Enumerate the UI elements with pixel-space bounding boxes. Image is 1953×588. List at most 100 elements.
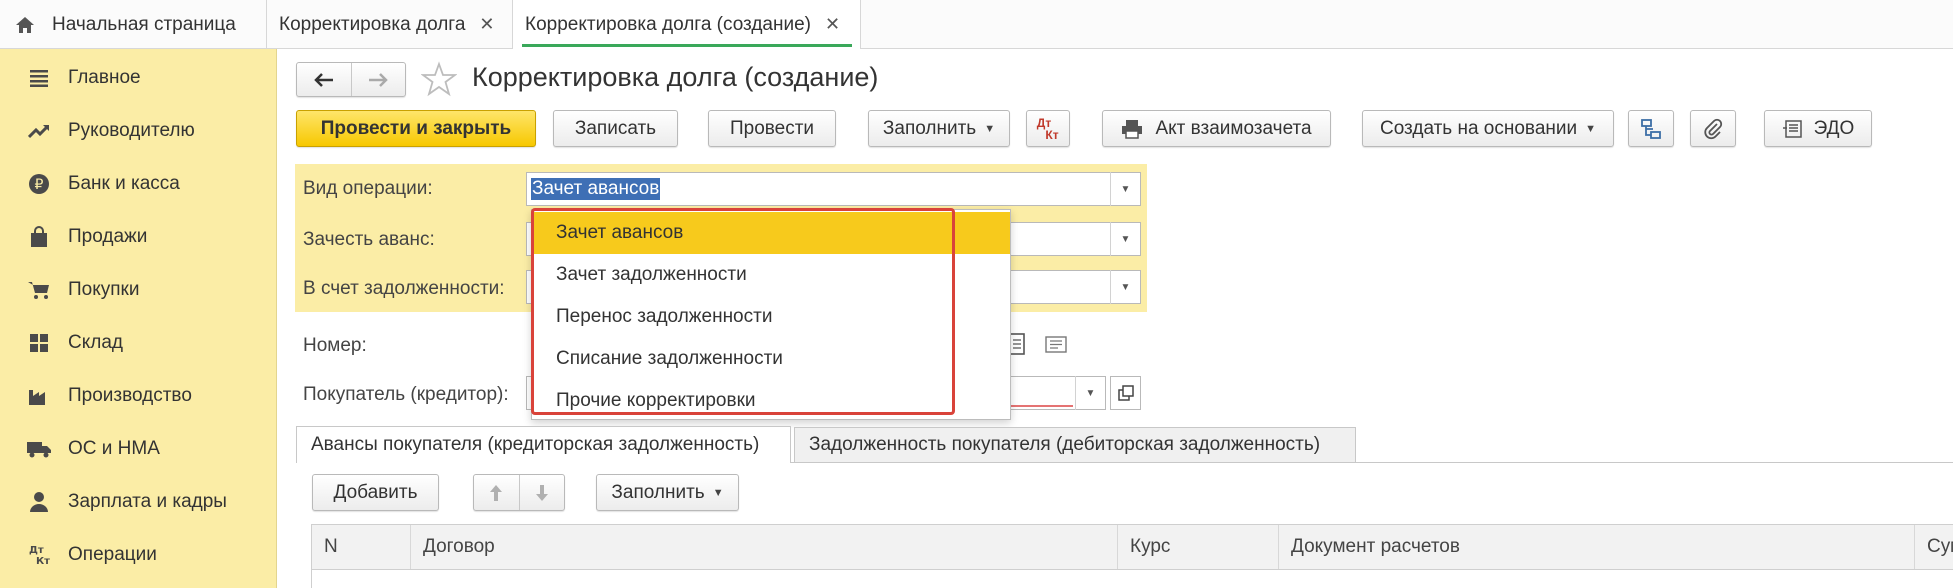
operation-type-value[interactable]: Зачет авансов <box>531 178 661 200</box>
sidebar-item-label: Продажи <box>68 225 148 247</box>
edo-label: ЭДО <box>1813 117 1855 139</box>
sidebar-item-label: Банк и касса <box>68 172 180 194</box>
nav-buttons <box>296 62 406 97</box>
tab-label: Начальная страница <box>52 13 236 35</box>
menu-lines-icon <box>24 69 54 87</box>
forward-arrow-icon[interactable] <box>352 63 406 96</box>
operation-type-label: Вид операции: <box>303 178 433 199</box>
tab-debt-adjustment-create[interactable]: Корректировка долга (создание) ✕ <box>513 0 861 49</box>
sidebar-item-label: Руководителю <box>68 119 195 141</box>
column-header-contract[interactable]: Договор <box>411 525 1118 569</box>
table-header: N Договор Курс Документ расчетов Сум <box>312 524 1953 570</box>
bag-icon <box>24 225 54 248</box>
create-based-label: Создать на основании <box>1379 117 1578 139</box>
sidebar-item-fixed-assets[interactable]: ОС и НМА <box>0 422 277 475</box>
column-header-settlement-document[interactable]: Документ расчетов <box>1279 525 1915 569</box>
arrow-down-icon[interactable] <box>520 475 565 510</box>
home-icon <box>14 15 36 35</box>
star-icon[interactable] <box>420 61 458 97</box>
open-buyer-button[interactable] <box>1110 376 1141 410</box>
sidebar-item-label: Покупки <box>68 278 140 300</box>
active-tab-underline <box>522 44 852 47</box>
required-underline <box>1007 405 1073 407</box>
offset-act-label: Акт взаимозачета <box>1155 117 1312 139</box>
arrow-up-icon[interactable] <box>474 475 520 510</box>
number-label: Номер: <box>303 335 367 356</box>
tab-buyer-advances[interactable]: Авансы покупателя (кредиторская задолжен… <box>296 426 791 463</box>
buyer-label: Покупатель (кредитор): <box>303 384 509 405</box>
create-based-on-button[interactable]: Создать на основании ▼ <box>1362 110 1614 147</box>
sidebar-item-label: ОС и НМА <box>68 437 160 459</box>
chevron-down-icon[interactable]: ▼ <box>1110 172 1140 206</box>
dt-kt-button[interactable]: Дт Кт <box>1026 110 1070 147</box>
fill-dropdown-button[interactable]: Заполнить ▼ <box>868 110 1010 147</box>
tab-debt-adjustment[interactable]: Корректировка долга ✕ <box>267 0 513 49</box>
caret-down-icon: ▼ <box>984 122 996 135</box>
sidebar-item-main[interactable]: Главное <box>0 51 277 104</box>
sidebar-item-label: Производство <box>68 384 192 406</box>
move-buttons <box>473 474 565 511</box>
page-title: Корректировка долга (создание) <box>472 62 879 92</box>
edo-icon <box>1782 119 1804 139</box>
structure-icon <box>1640 118 1662 140</box>
paperclip-icon <box>1703 118 1723 140</box>
sidebar-item-bank[interactable]: ₽ Банк и касса <box>0 157 277 210</box>
tab-home[interactable]: Начальная страница <box>0 0 267 49</box>
caret-down-icon: ▼ <box>712 486 724 499</box>
sidebar-item-label: Склад <box>68 331 123 353</box>
back-arrow-icon[interactable] <box>297 63 352 96</box>
chevron-down-icon[interactable]: ▼ <box>1110 270 1140 304</box>
sidebar-item-purchases[interactable]: Покупки <box>0 263 277 316</box>
dt-kt-icon: Дт Кт <box>24 543 54 567</box>
column-header-sum[interactable]: Сум <box>1915 525 1953 569</box>
dt-kt-icon: Дт Кт <box>1036 115 1059 142</box>
sidebar-item-warehouse[interactable]: Склад <box>0 316 277 369</box>
post-and-close-button[interactable]: Провести и закрыть <box>296 110 536 147</box>
cart-icon <box>24 280 54 300</box>
sidebar-item-production[interactable]: Производство <box>0 369 277 422</box>
structure-button[interactable] <box>1628 110 1674 147</box>
edo-button[interactable]: ЭДО <box>1764 110 1872 147</box>
sidebar-item-sales[interactable]: Продажи <box>0 210 277 263</box>
caret-down-icon: ▼ <box>1585 122 1596 135</box>
red-highlight-frame <box>531 208 955 415</box>
table-fill-label: Заполнить <box>611 481 705 503</box>
printer-icon <box>1121 119 1143 139</box>
close-icon[interactable]: ✕ <box>825 14 840 35</box>
debt-account-label: В счет задолженности: <box>303 278 505 299</box>
svg-text:Кт: Кт <box>36 556 50 567</box>
table: N Договор Курс Документ расчетов Сум <box>311 524 1953 588</box>
sidebar-item-label: Операции <box>68 543 157 565</box>
add-row-button[interactable]: Добавить <box>312 474 439 511</box>
operation-type-field[interactable]: Зачет авансов ▼ <box>526 172 1141 206</box>
save-button[interactable]: Записать <box>553 110 678 147</box>
column-header-n[interactable]: N <box>312 525 411 569</box>
tab-buyer-debt[interactable]: Задолженность покупателя (дебиторская за… <box>794 427 1356 462</box>
factory-icon <box>24 386 54 406</box>
grid-icon <box>24 333 54 353</box>
sidebar-item-salary[interactable]: Зарплата и кадры <box>0 475 277 528</box>
tab-bar: Начальная страница Корректировка долга ✕… <box>0 0 1953 49</box>
sidebar: Главное Руководителю ₽ Банк и касса Прод… <box>0 49 277 588</box>
sidebar-item-director[interactable]: Руководителю <box>0 104 277 157</box>
fill-label: Заполнить <box>882 117 977 139</box>
svg-text:₽: ₽ <box>35 177 44 193</box>
attachment-button[interactable] <box>1690 110 1736 147</box>
trend-icon <box>24 123 54 139</box>
column-header-rate[interactable]: Курс <box>1118 525 1279 569</box>
ruble-icon: ₽ <box>24 173 54 195</box>
svg-text:Дт: Дт <box>29 545 44 556</box>
offset-act-button[interactable]: Акт взаимозачета <box>1102 110 1331 147</box>
chevron-down-icon[interactable]: ▼ <box>1075 376 1105 410</box>
tab-label: Корректировка долга <box>279 13 466 35</box>
post-button[interactable]: Провести <box>708 110 836 147</box>
comment-icon[interactable] <box>1044 336 1068 354</box>
offset-advance-label: Зачесть аванс: <box>303 229 435 250</box>
chevron-down-icon[interactable]: ▼ <box>1110 222 1140 256</box>
sidebar-item-label: Главное <box>68 66 141 88</box>
tab-label: Корректировка долга (создание) <box>525 13 812 35</box>
sidebar-item-operations[interactable]: Дт Кт Операции <box>0 528 277 581</box>
table-fill-button[interactable]: Заполнить ▼ <box>596 474 739 511</box>
close-icon[interactable]: ✕ <box>479 14 494 35</box>
truck-icon <box>24 440 54 458</box>
